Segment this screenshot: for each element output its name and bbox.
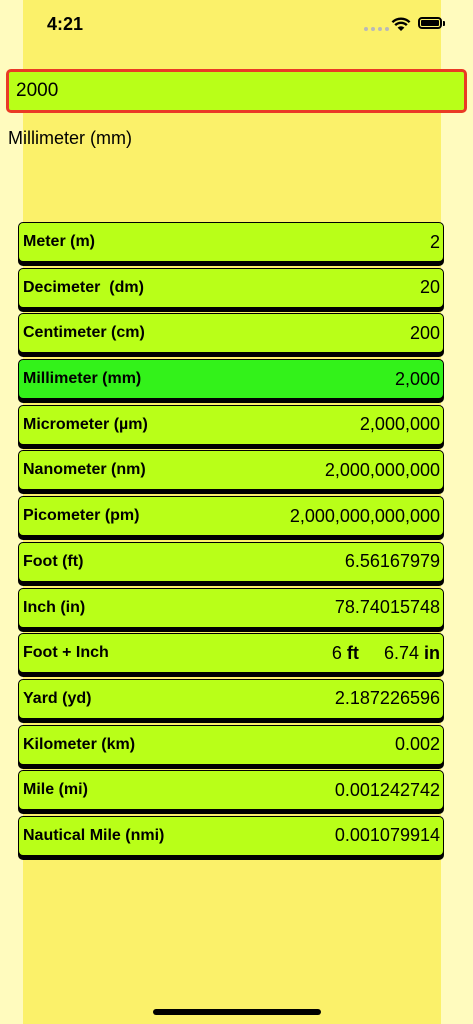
unit-row-yard[interactable]: Yard (yd) 2.187226596	[18, 678, 444, 719]
unit-name: Centimeter (cm)	[23, 324, 145, 342]
wifi-icon	[391, 17, 411, 31]
unit-value: 2,000,000,000,000	[289, 505, 440, 526]
status-bar: 4:21	[0, 0, 473, 50]
battery-cap	[443, 21, 445, 26]
status-time: 4:21	[47, 14, 84, 34]
unit-value: 2,000,000,000	[324, 459, 440, 480]
unit-row-millimeter[interactable]: Millimeter (mm) 2,000	[18, 359, 444, 400]
unit-name: Yard (yd)	[23, 689, 92, 707]
foot-inch-value: 6 ft 6.74 in	[332, 643, 440, 664]
unit-row-foot-inch[interactable]: Foot + Inch 6 ft 6.74 in	[18, 633, 444, 674]
unit-name: Nautical Mile (nmi)	[23, 826, 165, 844]
unit-name: Foot (ft)	[23, 552, 84, 570]
unit-value: 200	[409, 322, 440, 343]
feet-value: 6	[331, 642, 342, 663]
unit-value: 0.002	[394, 734, 440, 755]
unit-value: 2,000,000	[359, 414, 440, 435]
conversion-list: Meter (m) 2 Decimeter (dm) 20 Centimeter…	[18, 222, 444, 862]
feet-unit: ft	[346, 642, 359, 663]
unit-name: Kilometer (km)	[23, 735, 136, 753]
unit-name: Meter (m)	[23, 233, 96, 250]
unit-name: Decimeter (dm)	[23, 278, 144, 296]
unit-name: Millimeter (mm)	[23, 370, 142, 388]
unit-name: Mile (mi)	[23, 781, 88, 799]
unit-row-foot[interactable]: Foot (ft) 6.56167979	[18, 541, 444, 582]
unit-row-mile[interactable]: Mile (mi) 0.001242742	[18, 770, 444, 811]
cellular-signal-icon	[364, 27, 389, 31]
unit-name: Picometer (pm)	[23, 507, 140, 525]
unit-row-centimeter[interactable]: Centimeter (cm) 200	[18, 313, 444, 354]
unit-name: Nanometer (nm)	[23, 461, 146, 479]
unit-name: Micrometer (µm)	[23, 415, 148, 433]
inches-unit: in	[424, 642, 440, 663]
unit-value: 2.187226596	[334, 688, 440, 709]
home-indicator[interactable]	[153, 1009, 321, 1015]
unit-row-nautical-mile[interactable]: Nautical Mile (nmi) 0.001079914	[18, 815, 444, 856]
unit-row-inch[interactable]: Inch (in) 78.74015748	[18, 587, 444, 628]
unit-name: Foot + Inch	[23, 644, 109, 662]
unit-value: 78.74015748	[334, 597, 440, 617]
unit-value: 0.001079914	[334, 825, 440, 846]
unit-row-nanometer[interactable]: Nanometer (nm) 2,000,000,000	[18, 450, 444, 491]
battery-icon	[418, 17, 442, 29]
unit-row-decimeter[interactable]: Decimeter (dm) 20	[18, 267, 444, 308]
unit-row-kilometer[interactable]: Kilometer (km) 0.002	[18, 724, 444, 765]
unit-value: 2,000	[394, 368, 440, 389]
unit-value: 6.56167979	[344, 551, 440, 572]
unit-value: 0.001242742	[334, 779, 440, 800]
unit-value: 20	[419, 277, 440, 298]
unit-name: Inch (in)	[23, 598, 86, 616]
value-input[interactable]	[6, 69, 467, 113]
unit-value: 2	[429, 231, 440, 252]
inches-value: 6.74	[383, 642, 419, 663]
unit-row-picometer[interactable]: Picometer (pm) 2,000,000,000,000	[18, 496, 444, 537]
unit-row-meter[interactable]: Meter (m) 2	[18, 222, 444, 262]
selected-unit-label: Millimeter (mm)	[8, 128, 132, 148]
unit-row-micrometer[interactable]: Micrometer (µm) 2,000,000	[18, 404, 444, 445]
